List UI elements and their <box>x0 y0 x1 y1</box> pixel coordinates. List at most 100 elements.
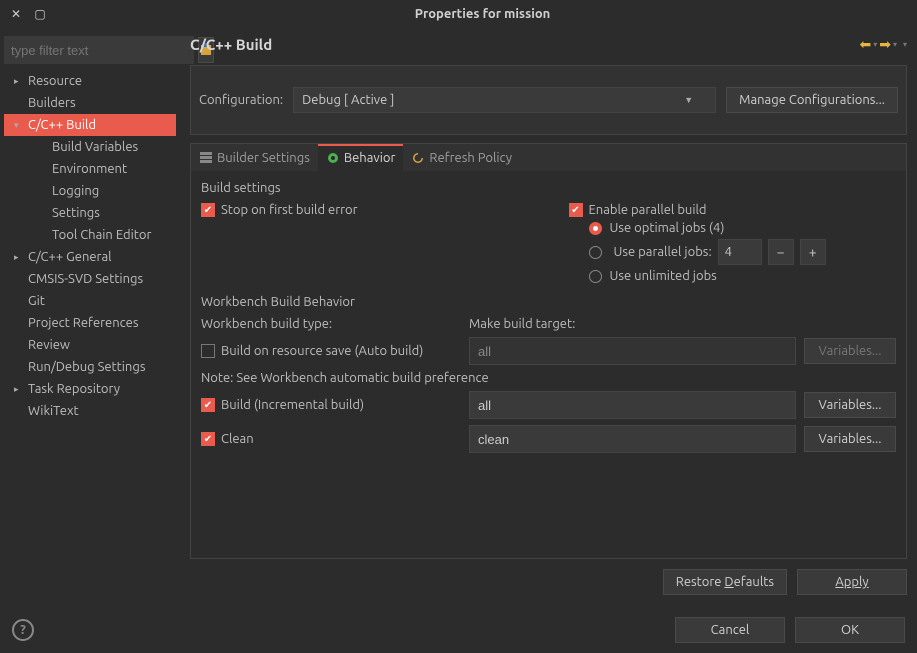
build-settings-title: Build settings <box>201 181 896 195</box>
tree-item[interactable]: WikiText <box>4 400 176 422</box>
checkbox-unchecked-icon <box>201 344 215 358</box>
unlimited-jobs-radio[interactable]: Use unlimited jobs <box>569 269 897 283</box>
restore-defaults-button[interactable]: Restore Defaults <box>663 569 787 595</box>
stop-on-error-checkbox[interactable]: ✔ Stop on first build error <box>201 203 529 217</box>
incremental-build-checkbox[interactable]: ✔ Build (Incremental build) <box>201 398 461 412</box>
ok-button[interactable]: OK <box>795 617 905 643</box>
nav-menu-icon[interactable]: ▾ <box>903 40 907 49</box>
apply-button[interactable]: Apply <box>797 569 907 595</box>
gear-icon <box>326 151 340 165</box>
filter-input[interactable] <box>4 36 194 64</box>
tree-item-label: Logging <box>52 180 99 202</box>
configuration-value: Debug [ Active ] <box>302 93 394 107</box>
tab-content: Build settings ✔ Stop on first build err… <box>190 171 907 559</box>
auto-build-target-input <box>469 337 796 365</box>
unlimited-jobs-label: Use unlimited jobs <box>610 269 717 283</box>
enable-parallel-label: Enable parallel build <box>589 203 707 217</box>
titlebar: ✕ ▢ Properties for mission <box>0 0 917 28</box>
close-icon[interactable]: ✕ <box>8 6 24 22</box>
chevron-down-icon: ▼ <box>684 95 693 105</box>
checkbox-checked-icon: ✔ <box>201 398 215 412</box>
parallel-jobs-label: Use parallel jobs: <box>614 245 712 259</box>
cancel-button[interactable]: Cancel <box>675 617 785 643</box>
auto-build-variables-button: Variables... <box>804 338 896 364</box>
configuration-bar: Configuration: Debug [ Active ] ▼ Manage… <box>190 65 907 135</box>
nav-back-icon[interactable]: ⬅ <box>859 36 871 53</box>
enable-parallel-checkbox[interactable]: ✔ Enable parallel build <box>569 203 897 217</box>
tree-item[interactable]: ▸Resource <box>4 70 176 92</box>
checkbox-checked-icon: ✔ <box>569 203 583 217</box>
tab-builder-settings[interactable]: Builder Settings <box>191 144 318 171</box>
tree-item[interactable]: Git <box>4 290 176 312</box>
manage-configurations-button[interactable]: Manage Configurations... <box>726 87 898 113</box>
configuration-label: Configuration: <box>199 93 283 107</box>
nav-forward-icon[interactable]: ➡ <box>879 36 891 53</box>
radio-checked-icon <box>589 222 602 235</box>
workbench-behavior-title: Workbench Build Behavior <box>201 295 896 309</box>
tree-item-label: CMSIS-SVD Settings <box>28 268 143 290</box>
tree-item-label: Git <box>28 290 45 312</box>
page-title: C/C++ Build <box>190 36 272 53</box>
tree-item[interactable]: Tool Chain Editor <box>4 224 176 246</box>
tree-item[interactable]: Run/Debug Settings <box>4 356 176 378</box>
tree-item[interactable]: Environment <box>4 158 176 180</box>
radio-unchecked-icon <box>589 246 602 259</box>
tree-item[interactable]: Build Variables <box>4 136 176 158</box>
clean-variables-button[interactable]: Variables... <box>804 426 896 452</box>
nav-back-menu-icon[interactable]: ▾ <box>873 40 877 49</box>
incremental-variables-button[interactable]: Variables... <box>804 392 896 418</box>
incremental-build-label: Build (Incremental build) <box>221 398 364 412</box>
parallel-jobs-value[interactable]: 4 <box>718 239 762 265</box>
tab-bar: Builder Settings Behavior Refresh Policy <box>190 143 907 171</box>
incremental-target-input[interactable] <box>469 391 796 419</box>
nav-tree[interactable]: ▸ResourceBuilders▾C/C++ BuildBuild Varia… <box>4 70 176 603</box>
help-icon[interactable]: ? <box>12 619 34 641</box>
configuration-select[interactable]: Debug [ Active ] ▼ <box>293 87 716 113</box>
clean-target-input[interactable] <box>469 425 796 453</box>
tree-twisty-icon: ▾ <box>14 114 24 136</box>
tree-twisty-icon: ▸ <box>14 378 24 400</box>
optimal-jobs-label: Use optimal jobs (4) <box>610 221 725 235</box>
tree-item[interactable]: CMSIS-SVD Settings <box>4 268 176 290</box>
decrement-button[interactable]: − <box>768 239 794 265</box>
tree-item[interactable]: Project References <box>4 312 176 334</box>
tree-item[interactable]: Logging <box>4 180 176 202</box>
tab-builder-settings-label: Builder Settings <box>217 151 310 165</box>
tree-item-label: Run/Debug Settings <box>28 356 145 378</box>
optimal-jobs-radio[interactable]: Use optimal jobs (4) <box>569 221 897 235</box>
window-title: Properties for mission <box>56 7 909 21</box>
tree-item-label: C/C++ Build <box>28 114 96 136</box>
parallel-jobs-radio[interactable]: Use parallel jobs: 4 − + <box>569 239 897 265</box>
tree-twisty-icon: ▸ <box>14 246 24 268</box>
stop-on-error-label: Stop on first build error <box>221 203 358 217</box>
tree-item-label: Build Variables <box>52 136 138 158</box>
checkbox-checked-icon: ✔ <box>201 432 215 446</box>
tree-item[interactable]: ▾C/C++ Build <box>4 114 176 136</box>
tree-item[interactable]: Review <box>4 334 176 356</box>
maximize-icon[interactable]: ▢ <box>32 6 48 22</box>
tree-item-label: Task Repository <box>28 378 120 400</box>
nav-forward-menu-icon[interactable]: ▾ <box>893 40 897 49</box>
auto-build-label: Build on resource save (Auto build) <box>221 344 423 358</box>
workbench-grid: Workbench build type: Make build target:… <box>201 317 896 453</box>
content-panel: C/C++ Build ⬅ ▾ ➡ ▾ ▾ Configuration: Deb… <box>180 28 917 611</box>
tree-item-label: Builders <box>28 92 76 114</box>
clean-checkbox[interactable]: ✔ Clean <box>201 432 461 446</box>
auto-build-checkbox[interactable]: Build on resource save (Auto build) <box>201 344 461 358</box>
make-target-label: Make build target: <box>469 317 796 331</box>
tree-item[interactable]: Builders <box>4 92 176 114</box>
tab-behavior-label: Behavior <box>344 151 396 165</box>
tree-item-label: Resource <box>28 70 82 92</box>
refresh-icon <box>411 151 425 165</box>
tree-item[interactable]: ▸Task Repository <box>4 378 176 400</box>
tree-item[interactable]: ▸C/C++ General <box>4 246 176 268</box>
nav-arrows: ⬅ ▾ ➡ ▾ ▾ <box>859 36 907 53</box>
tree-item-label: Environment <box>52 158 127 180</box>
tab-refresh-policy[interactable]: Refresh Policy <box>403 144 520 171</box>
tab-behavior[interactable]: Behavior <box>318 144 404 171</box>
builder-settings-icon <box>199 151 213 165</box>
increment-button[interactable]: + <box>800 239 826 265</box>
tree-item-label: Project References <box>28 312 138 334</box>
tree-item-label: C/C++ General <box>28 246 112 268</box>
tree-item[interactable]: Settings <box>4 202 176 224</box>
